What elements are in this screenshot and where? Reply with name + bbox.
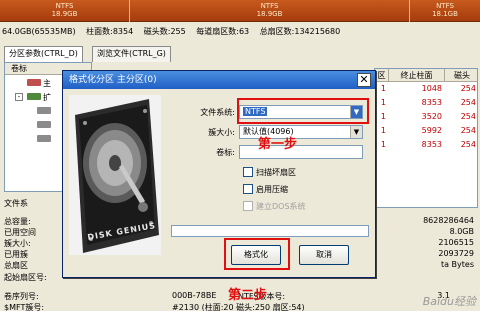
partition-icon — [37, 135, 51, 142]
table-row[interactable]: 1 8353 254 — [375, 138, 479, 151]
cluster-size-label: 簇大小: — [208, 128, 235, 137]
disk-sectors-per-track: 每道扇区数:63 — [196, 27, 250, 36]
sector-size-value: ta Bytes — [440, 260, 474, 269]
checkbox-box[interactable] — [243, 183, 253, 194]
segment-fs: NTFS — [260, 2, 279, 10]
step1-highlight-frame — [237, 98, 369, 124]
table-cell: 8353 — [421, 140, 442, 149]
column-header[interactable]: 磁头 — [445, 69, 479, 82]
total-bytes-value: 8628286464 — [423, 216, 474, 225]
filesystem-label: 文件系统: — [200, 108, 235, 117]
volume-label-label: 卷标: — [216, 148, 235, 157]
start-sector-label: 起始扇区号: — [4, 273, 47, 282]
segment-size: 18.9GB — [51, 10, 78, 18]
disk-segment-1[interactable]: NTFS 18.9GB — [0, 0, 130, 22]
table-row[interactable]: 1 5992 254 — [375, 124, 479, 137]
table-cell: 254 — [460, 126, 476, 135]
partition-icon — [27, 93, 41, 100]
mft-cluster-value: #2130 (柱面:20 磁头:250 扇区:54) — [172, 303, 305, 311]
collapse-toggle-icon[interactable]: - — [15, 93, 23, 101]
step2-annotation: 第二步 — [228, 288, 268, 303]
disk-segment-2[interactable]: NTFS 18.9GB — [130, 0, 410, 22]
free-clusters-value: 2093729 — [438, 249, 474, 258]
total-sectors-label: 总扇区 — [4, 261, 28, 270]
volume-serial-label: 卷序列号: — [4, 292, 39, 301]
total-clusters-value: 2106515 — [438, 238, 474, 247]
tree-item[interactable]: - 扩 — [9, 93, 69, 103]
table-cell: 1048 — [421, 84, 442, 93]
table-cell: 5992 — [421, 126, 442, 135]
cluster-size-label: 簇大小: — [4, 239, 31, 248]
disk-capacity: 64.0GB(65535MB) — [2, 27, 76, 36]
checkbox-box[interactable] — [243, 166, 253, 177]
partition-icon — [37, 107, 51, 114]
mft-cluster-label: $MFT簇号: — [4, 303, 45, 311]
scan-bad-sectors-label: 扫描坏扇区 — [256, 168, 296, 177]
tab-partition-params[interactable]: 分区参数(CTRL_D) — [4, 46, 83, 62]
partition-table[interactable]: 区 终止柱面 磁头 1 1048 254 1 8353 254 1 3520 2… — [374, 68, 478, 208]
table-cell: 8353 — [421, 98, 442, 107]
dialog-title[interactable]: 格式化分区 主分区(0) — [63, 71, 375, 89]
enable-compression-checkbox[interactable]: 启用压缩 — [243, 183, 288, 196]
create-dos-system-label: 建立DOS系统 — [256, 202, 306, 211]
disk-info-line: 64.0GB(65535MB) 柱面数:8354 磁头数:255 每道扇区数:6… — [0, 24, 480, 40]
tree-item-label: 主 — [43, 79, 51, 88]
tree-item[interactable]: 主 — [9, 79, 69, 89]
scan-bad-sectors-checkbox[interactable]: 扫描坏扇区 — [243, 166, 296, 179]
table-cell: 254 — [460, 98, 476, 107]
format-progress-bar — [171, 225, 369, 237]
table-cell: 3520 — [421, 112, 442, 121]
step1-annotation: 第一步 — [258, 137, 298, 152]
partition-icon — [27, 79, 41, 86]
segment-fs: NTFS — [55, 2, 74, 10]
checkbox-box — [243, 200, 253, 211]
cancel-button[interactable]: 取消 — [299, 245, 349, 265]
close-icon[interactable]: ✕ — [357, 73, 371, 87]
disk-segment-3[interactable]: NTFS 18.1GB — [410, 0, 480, 22]
used-clusters-label: 已用簇 — [4, 250, 28, 259]
segment-fs: NTFS — [436, 2, 454, 10]
chevron-down-icon[interactable]: ▼ — [350, 126, 362, 138]
table-cell: 1 — [380, 140, 386, 149]
total-capacity-label: 总容量: — [4, 217, 31, 226]
table-row[interactable]: 1 8353 254 — [375, 96, 479, 109]
table-row[interactable]: 1 1048 254 — [375, 82, 479, 95]
column-header[interactable]: 区 — [375, 69, 389, 82]
table-cell: 254 — [460, 140, 476, 149]
table-cell: 254 — [460, 112, 476, 121]
table-cell: 1 — [380, 112, 386, 121]
partition-icon — [37, 121, 51, 128]
disk-heads: 磁头数:255 — [143, 27, 186, 36]
fs-type-label: 文件系 — [4, 199, 28, 208]
table-cell: 1 — [380, 98, 386, 107]
hard-disk-illustration: DISK GENIUS — [69, 95, 161, 255]
disk-cylinders: 柱面数:8354 — [86, 27, 134, 36]
disk-total-sectors: 总扇区数:134215680 — [259, 27, 341, 36]
table-cell: 254 — [460, 84, 476, 93]
tree-item-label: 扩 — [43, 93, 51, 102]
table-row[interactable]: 1 3520 254 — [375, 110, 479, 123]
table-cell: 1 — [380, 126, 386, 135]
segment-size: 18.1GB — [432, 10, 458, 18]
volume-serial-value: 000B-78BE — [172, 291, 217, 300]
enable-compression-label: 启用压缩 — [256, 185, 288, 194]
table-header: 区 终止柱面 磁头 — [375, 69, 477, 82]
column-header[interactable]: 终止柱面 — [389, 69, 445, 82]
disk-map-strip[interactable]: NTFS 18.9GB NTFS 18.9GB NTFS 18.1GB — [0, 0, 480, 22]
used-space-label: 已用空间 — [4, 228, 36, 237]
watermark: Baidu经验 — [422, 295, 476, 308]
table-cell: 1 — [380, 84, 386, 93]
segment-size: 18.9GB — [256, 10, 283, 18]
step2-highlight-frame — [224, 238, 290, 270]
create-dos-system-checkbox: 建立DOS系统 — [243, 200, 306, 213]
tab-browse-files[interactable]: 浏览文件(CTRL_G) — [92, 46, 171, 62]
free-space-value: 8.0GB — [449, 227, 474, 236]
